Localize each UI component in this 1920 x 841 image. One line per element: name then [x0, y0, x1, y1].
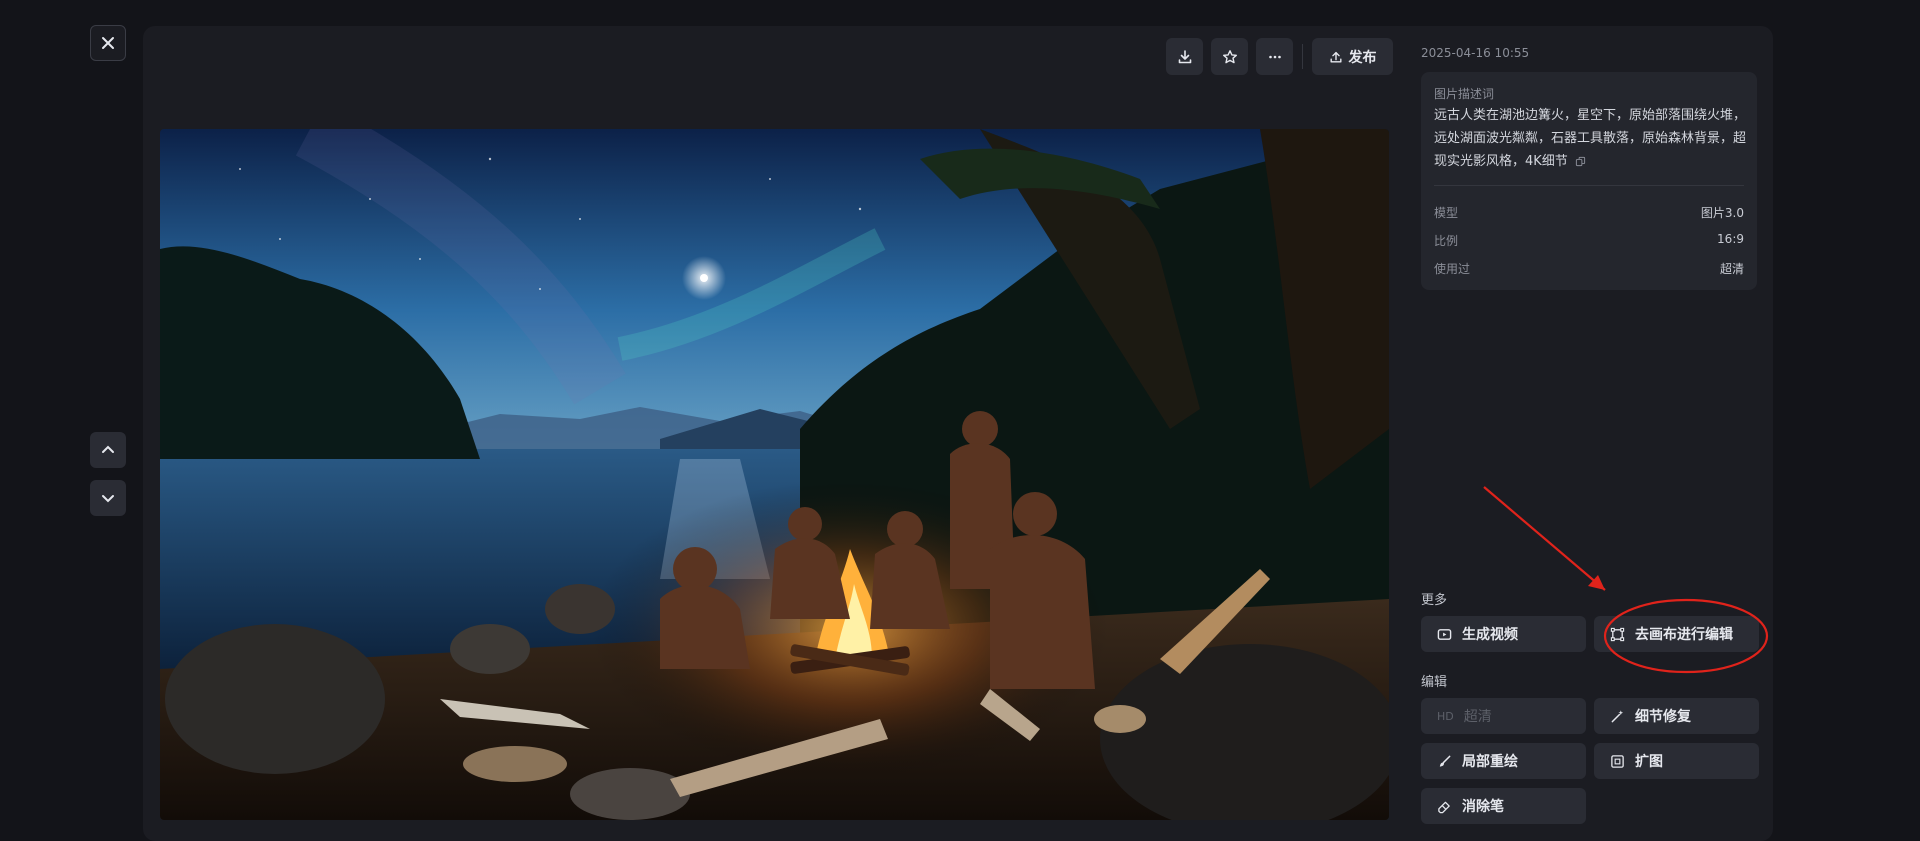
annotation-overlay [1483, 486, 1769, 674]
annotation-circle [1603, 598, 1769, 674]
annotation-arrow-line [1483, 486, 1606, 591]
